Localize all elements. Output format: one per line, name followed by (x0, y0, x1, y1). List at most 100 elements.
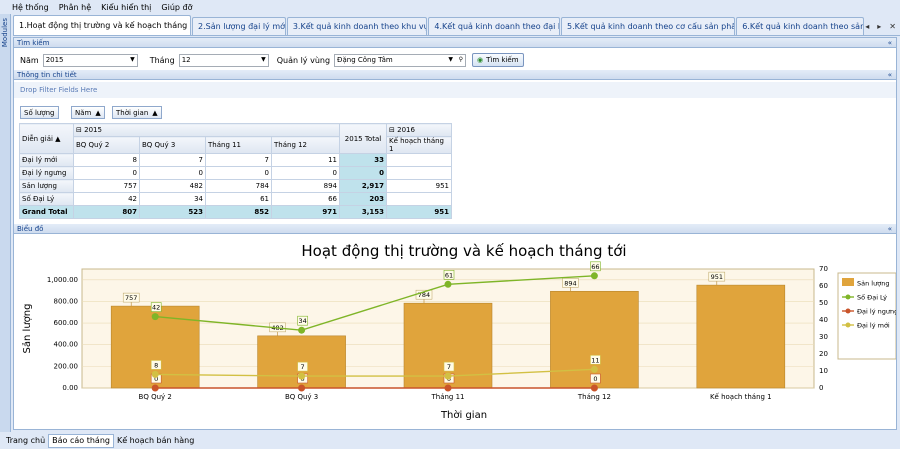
cell-value[interactable]: 11 (271, 153, 340, 167)
table-row: Đại lý ngưng 0 0 0 0 0 (19, 166, 452, 180)
cell-value[interactable]: 0 (205, 166, 272, 180)
cell-value-2016[interactable]: 951 (386, 205, 452, 219)
row-label[interactable]: Sản lượng (19, 179, 74, 193)
year-label: Năm (20, 55, 39, 65)
month-select[interactable]: 12 ▼ (178, 53, 269, 67)
tab-6[interactable]: 6.Kết quả kinh doanh theo sản p (736, 17, 865, 35)
chevron-down-icon[interactable]: ▼ (261, 56, 266, 63)
tab-5[interactable]: 5.Kết quả kinh doanh theo cơ cấu sản phẩ… (560, 17, 736, 35)
tab-prev-icon[interactable]: ◂ (865, 22, 869, 31)
y-tick-label: 1,000.00 (47, 276, 78, 284)
search-header[interactable]: Tìm kiếm « (14, 38, 896, 48)
col-header[interactable]: BQ Quý 2 (73, 136, 140, 154)
y2-tick-label: 10 (819, 367, 828, 375)
menu-help[interactable]: Giúp đỡ (161, 3, 192, 12)
footer-tab-sales-plan[interactable]: Kế hoạch bán hàng (114, 434, 197, 448)
detail-header-label: Thông tin chi tiết (17, 71, 77, 79)
cell-value[interactable]: 757 (73, 179, 140, 193)
tab-2[interactable]: 2.Sản lượng đại lý mới (191, 17, 286, 35)
footer-tab-home[interactable]: Trang chủ (3, 434, 48, 448)
tab-4[interactable]: 4.Kết quả kinh doanh theo đại lý (428, 17, 560, 35)
filter-drop-zone[interactable]: Drop Filter Fields Here (14, 82, 896, 98)
cell-value[interactable]: 66 (271, 192, 340, 206)
row-label[interactable]: Số Đại Lý (19, 192, 74, 206)
y2-tick-label: 0 (819, 384, 823, 392)
x-tick-label: BQ Quý 2 (139, 393, 172, 401)
menu-module[interactable]: Phân hệ (59, 3, 91, 12)
collapse-icon[interactable]: « (888, 38, 892, 48)
menu-system[interactable]: Hệ thống (12, 3, 49, 12)
column-field-time[interactable]: Thời gian ▲ (112, 106, 162, 119)
cell-value-2016[interactable] (386, 192, 452, 206)
col-header[interactable]: BQ Quý 3 (139, 136, 206, 154)
cell-value-2016[interactable] (386, 153, 452, 167)
row-total[interactable]: 2,917 (339, 179, 387, 193)
tab-next-icon[interactable]: ▸ (877, 22, 881, 31)
data-label: 7 (301, 363, 305, 371)
footer-tab-monthly-report[interactable]: Báo cáo tháng (48, 433, 114, 448)
magnifier-icon[interactable]: ⚲ (459, 56, 463, 63)
cell-value-2016[interactable]: 951 (386, 179, 452, 193)
data-label: 951 (711, 273, 723, 281)
sort-asc-icon[interactable]: ▲ (55, 135, 60, 143)
cell-value[interactable]: 852 (205, 205, 272, 219)
data-field-quantity[interactable]: Số lượng (20, 106, 59, 119)
year-2016-header[interactable]: ⊟ 2016 (386, 123, 452, 137)
cell-value[interactable]: 0 (139, 166, 206, 180)
series-point (151, 313, 159, 321)
modules-label[interactable]: Modules (1, 18, 9, 47)
chevron-down-icon[interactable]: ▼ (130, 56, 135, 63)
x-tick-label: BQ Quý 3 (285, 393, 318, 401)
modules-strip[interactable]: Modules (0, 14, 11, 432)
total-2015-label: 2015 Total (344, 134, 382, 143)
row-total[interactable]: 3,153 (339, 205, 387, 219)
cell-value[interactable]: 7 (139, 153, 206, 167)
row-label[interactable]: Grand Total (19, 205, 74, 219)
collapse-icon[interactable]: « (888, 224, 892, 234)
series-point (151, 384, 159, 392)
row-header[interactable]: Diễn giải ▲ (19, 123, 74, 154)
row-total[interactable]: 0 (339, 166, 387, 180)
y2-tick-label: 40 (819, 316, 828, 324)
row-total[interactable]: 33 (339, 153, 387, 167)
year-select[interactable]: 2015 ▼ (42, 53, 138, 67)
cell-value-2016[interactable] (386, 166, 452, 180)
col-header[interactable]: Tháng 12 (271, 136, 340, 154)
col-header[interactable]: Tháng 11 (205, 136, 272, 154)
cell-value[interactable]: 523 (139, 205, 206, 219)
tab-1[interactable]: 1.Hoạt động thị trường và kế hoạch tháng… (13, 15, 191, 35)
cell-value[interactable]: 784 (205, 179, 272, 193)
sort-asc-icon[interactable]: ▲ (152, 109, 157, 117)
menu-view[interactable]: Kiểu hiển thị (101, 3, 151, 12)
cell-value[interactable]: 807 (73, 205, 140, 219)
collapse-box-icon[interactable]: ⊟ (389, 126, 395, 134)
cell-value[interactable]: 42 (73, 192, 140, 206)
cell-value[interactable]: 61 (205, 192, 272, 206)
cell-value[interactable]: 971 (271, 205, 340, 219)
search-button[interactable]: ◉ Tìm kiếm (472, 53, 524, 67)
cell-value[interactable]: 482 (139, 179, 206, 193)
chart-header[interactable]: Biểu đồ « (14, 224, 896, 234)
detail-header[interactable]: Thông tin chi tiết « (14, 70, 896, 80)
cell-value[interactable]: 8 (73, 153, 140, 167)
row-label[interactable]: Đại lý mới (19, 153, 74, 167)
chevron-down-icon[interactable]: ▼ (448, 56, 453, 63)
col-header[interactable]: Kế hoạch tháng 1 (386, 136, 452, 154)
cell-value[interactable]: 0 (73, 166, 140, 180)
row-label[interactable]: Đại lý ngưng (19, 166, 74, 180)
cell-value[interactable]: 7 (205, 153, 272, 167)
region-select[interactable]: Đặng Công Tâm ▼ ⚲ (334, 53, 467, 67)
tab-3[interactable]: 3.Kết quả kinh doanh theo khu vực (286, 17, 428, 35)
tab-close-icon[interactable]: ✕ (889, 22, 896, 31)
cell-value[interactable]: 894 (271, 179, 340, 193)
cell-value[interactable]: 34 (139, 192, 206, 206)
row-total[interactable]: 203 (339, 192, 387, 206)
table-row: Đại lý mới 8 7 7 11 33 (19, 153, 452, 167)
row-header-label: Diễn giải (22, 134, 53, 143)
column-field-year[interactable]: Năm ▲ (71, 106, 105, 119)
cell-value[interactable]: 0 (271, 166, 340, 180)
collapse-box-icon[interactable]: ⊟ (76, 126, 82, 134)
collapse-icon[interactable]: « (888, 70, 892, 80)
sort-asc-icon[interactable]: ▲ (95, 109, 100, 117)
year-2015-header[interactable]: ⊟ 2015 (73, 123, 340, 137)
